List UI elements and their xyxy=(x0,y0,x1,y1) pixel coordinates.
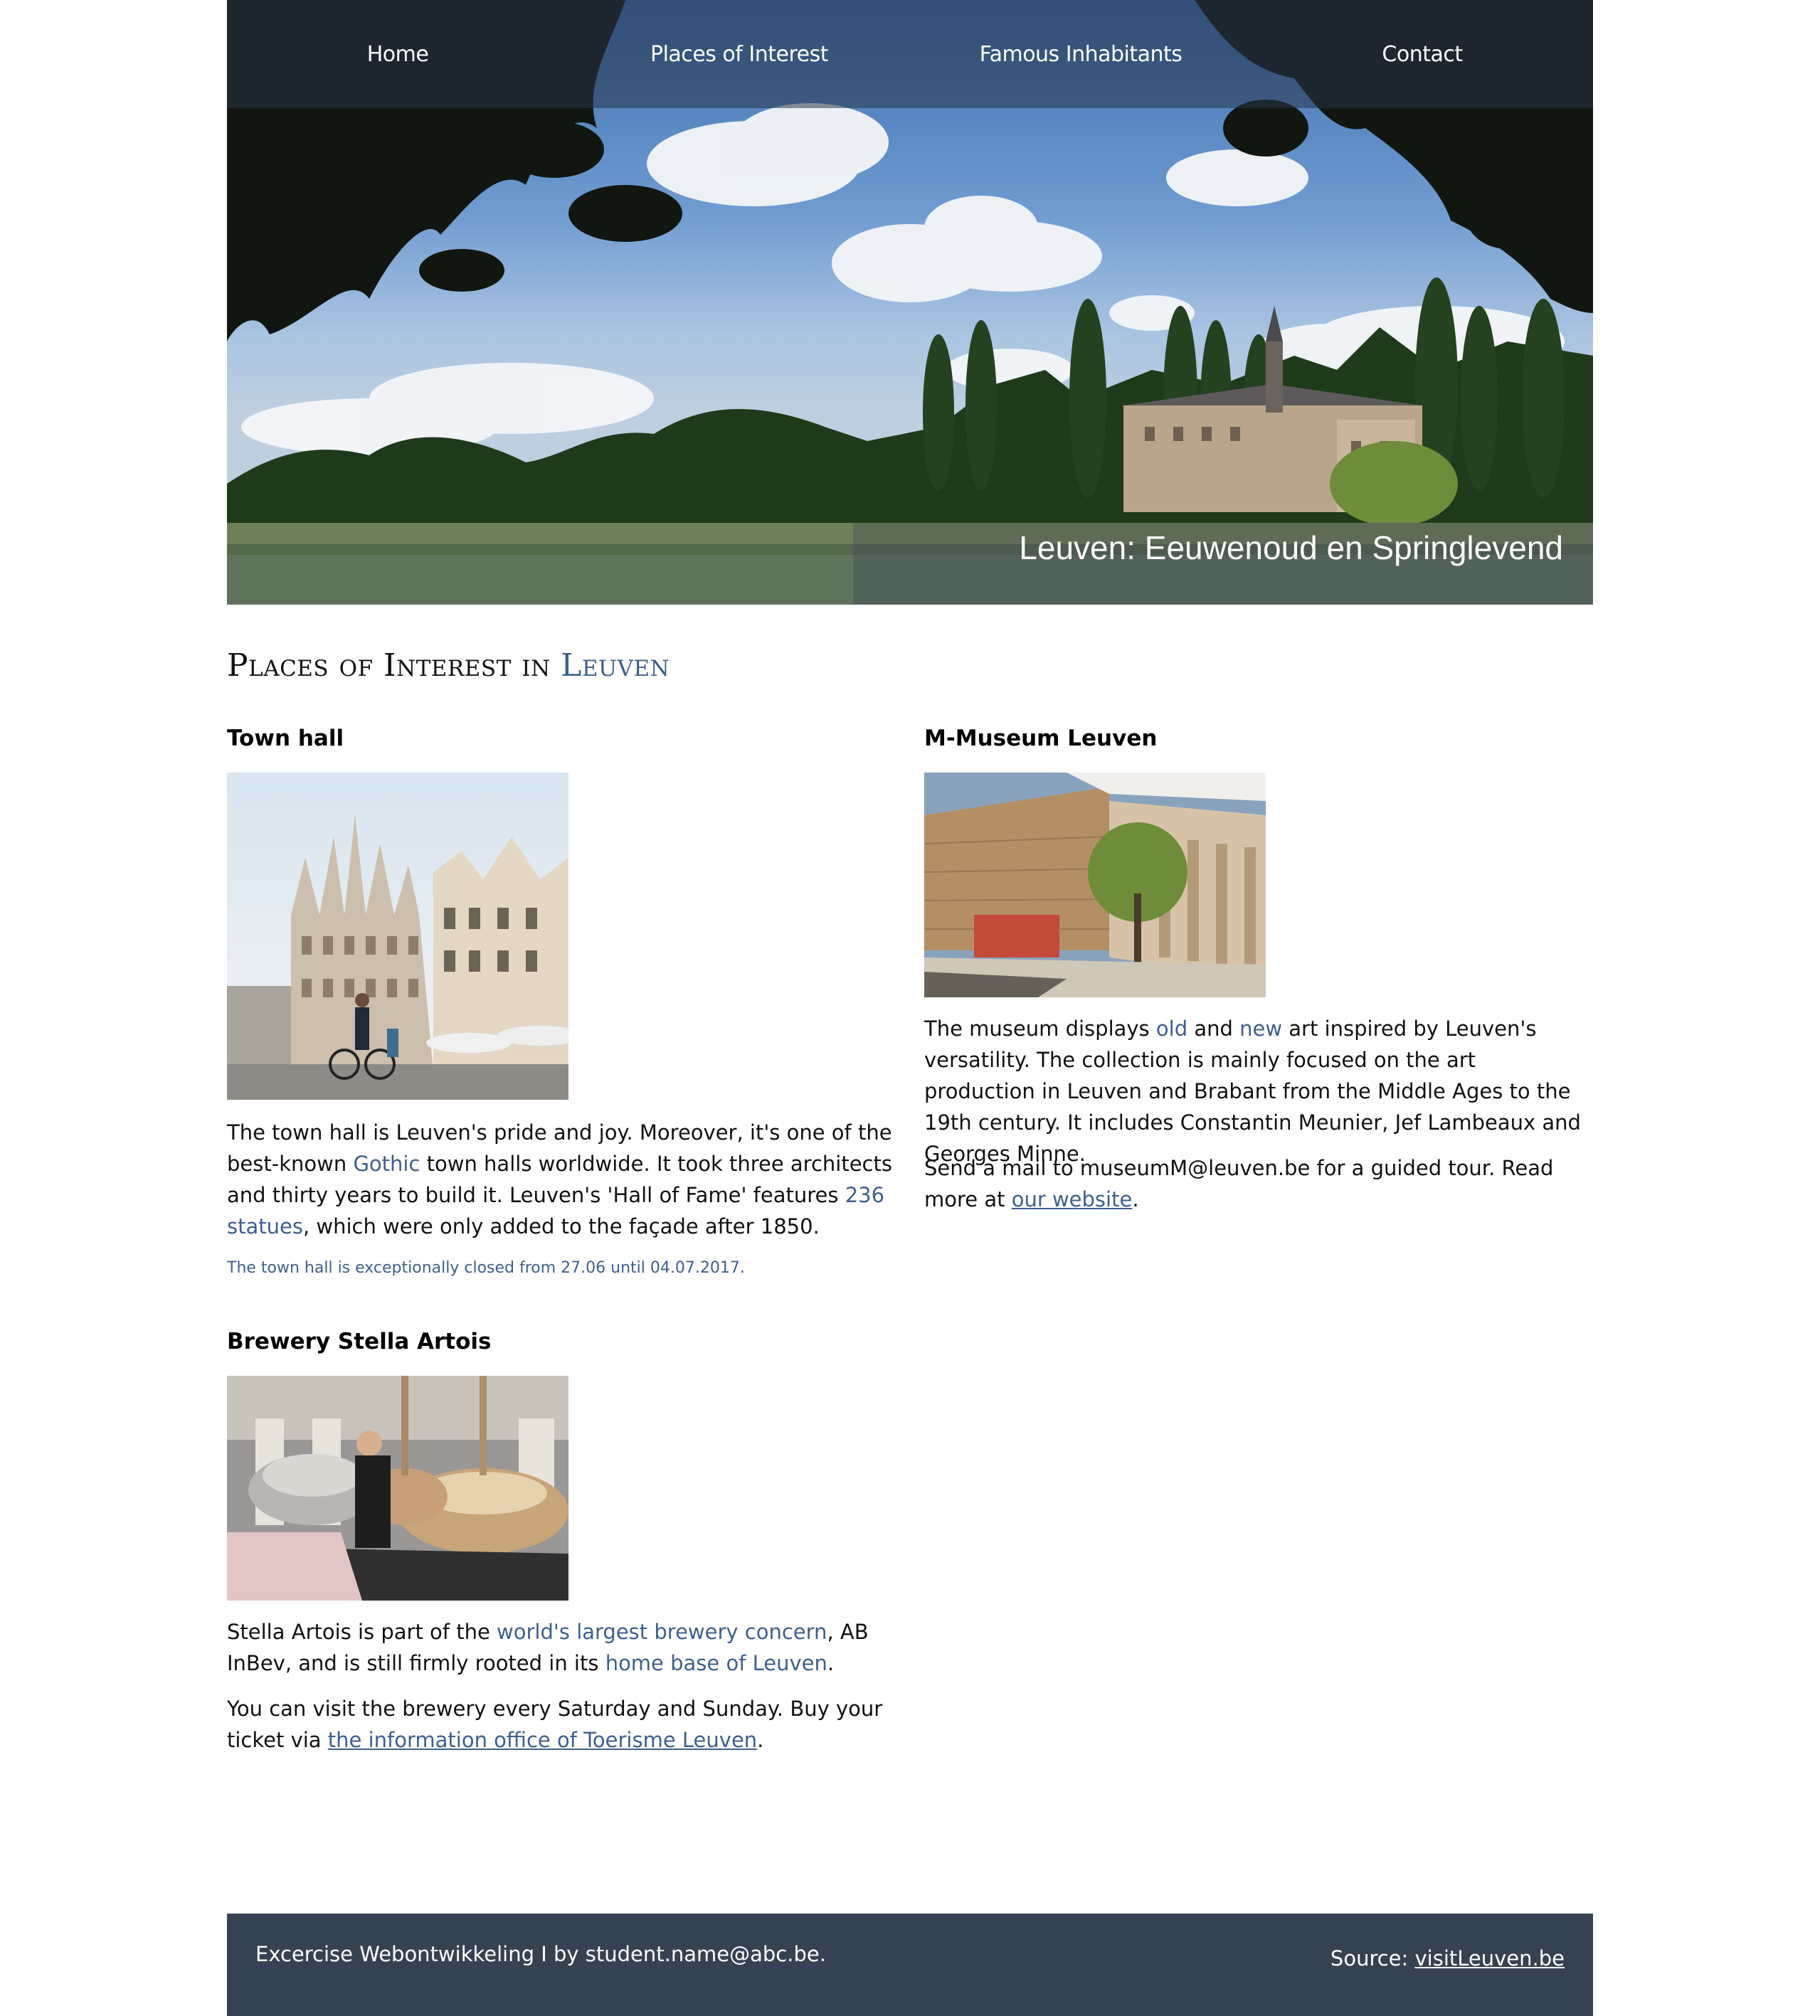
main-navigation: Home Places of Interest Famous Inhabitan… xyxy=(227,0,1593,108)
museum-text-1: The museum displays xyxy=(924,1017,1156,1041)
page: Home Places of Interest Famous Inhabitan… xyxy=(227,0,1593,2016)
brewery-visit-text-2: . xyxy=(757,1728,764,1752)
footer: Excercise Webontwikkeling I by student.n… xyxy=(227,1914,1593,2016)
brewery-description: Stella Artois is part of the world's lar… xyxy=(227,1616,896,1679)
page-title-accent: Leuven xyxy=(561,647,670,684)
museum-text-2: and xyxy=(1187,1017,1240,1041)
footer-source: Source: visitLeuven.be xyxy=(1330,1946,1565,1970)
town-hall-description: The town hall is Leuven's pride and joy.… xyxy=(227,1117,896,1242)
town-hall-photo xyxy=(227,773,568,1100)
old-art-link[interactable]: old xyxy=(1156,1017,1187,1041)
brewery-heading: Brewery Stella Artois xyxy=(227,1329,492,1354)
museum-heading: M-Museum Leuven xyxy=(924,726,1158,751)
new-art-link[interactable]: new xyxy=(1239,1017,1282,1041)
section-town-hall: Town hall The town hall is Leuven's prid… xyxy=(227,726,892,1277)
gothic-link[interactable]: Gothic xyxy=(353,1152,420,1176)
brewery-text-1: Stella Artois is part of the xyxy=(227,1620,497,1644)
visit-leuven-link[interactable]: visitLeuven.be xyxy=(1415,1946,1565,1970)
brewery-concern-link[interactable]: world's largest brewery concern xyxy=(497,1620,827,1644)
hero-banner: Home Places of Interest Famous Inhabitan… xyxy=(227,0,1593,605)
museum-contact-text-2: . xyxy=(1132,1187,1139,1211)
tourism-office-link[interactable]: the information office of Toerisme Leuve… xyxy=(328,1728,757,1752)
nav-link-home[interactable]: Home xyxy=(227,0,568,108)
museum-description: The museum displays old and new art insp… xyxy=(924,1013,1586,1169)
section-brewery: Brewery Stella Artois Stella Artois is p… xyxy=(227,1329,889,1752)
hero-caption: Leuven: Eeuwenoud en Springlevend xyxy=(1019,529,1563,566)
nav-link-famous-inhabitants[interactable]: Famous Inhabitants xyxy=(910,0,1252,108)
home-base-link[interactable]: home base of Leuven xyxy=(605,1651,827,1675)
brewery-photo xyxy=(227,1376,568,1601)
nav-link-places-of-interest[interactable]: Places of Interest xyxy=(568,0,910,108)
page-title-main: Places of Interest in xyxy=(227,647,561,684)
town-hall-heading: Town hall xyxy=(227,726,344,751)
town-hall-closure-note: The town hall is exceptionally closed fr… xyxy=(227,1259,745,1277)
footer-credit: Excercise Webontwikkeling I by student.n… xyxy=(255,1942,826,1966)
museum-photo xyxy=(924,773,1266,997)
museum-contact-text: Send a mail to museumM@leuven.be for a g… xyxy=(924,1152,1586,1215)
footer-source-label: Source: xyxy=(1330,1946,1415,1970)
page-title: Places of Interest in Leuven xyxy=(227,647,670,684)
section-m-museum: M-Museum Leuven The museum displays old … xyxy=(924,726,1586,1211)
brewery-visit-text: You can visit the brewery every Saturday… xyxy=(227,1693,896,1756)
nav-link-contact[interactable]: Contact xyxy=(1252,0,1593,108)
museum-website-link[interactable]: our website xyxy=(1012,1187,1133,1211)
town-hall-text-3: , which were only added to the façade af… xyxy=(302,1214,820,1238)
hero-caption-box: Leuven: Eeuwenoud en Springlevend xyxy=(853,523,1593,605)
brewery-text-3: . xyxy=(827,1651,835,1675)
